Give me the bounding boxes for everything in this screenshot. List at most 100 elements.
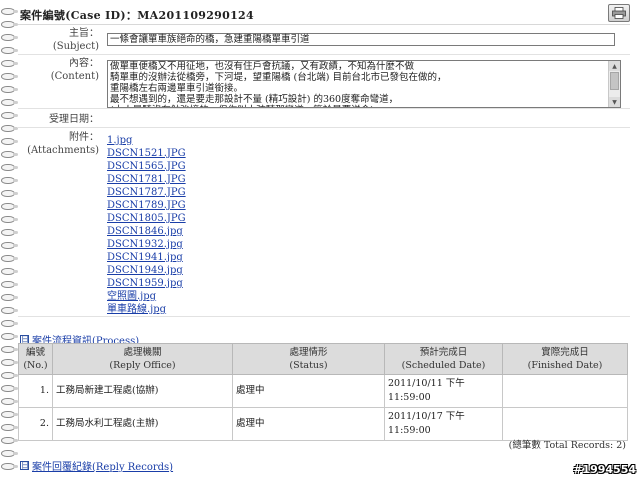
row-finished (502, 407, 628, 441)
row-scheduled: 2011/10/11 下午 11:59:00 (384, 374, 503, 408)
scroll-thumb[interactable] (610, 72, 619, 90)
row-status: 處理中 (232, 407, 385, 441)
row-no: 1. (18, 374, 53, 408)
attachment-link[interactable]: DSCN1521.JPG (107, 148, 186, 159)
spiral-ring (1, 372, 18, 379)
attachment-link[interactable]: DSCN1565.JPG (107, 161, 186, 172)
attachment-link[interactable]: DSCN1805.JPG (107, 213, 186, 224)
list-item: 空照圖.jpg (107, 290, 626, 303)
attachment-link[interactable]: DSCN1846.jpg (107, 226, 183, 237)
attachment-list: 1.jpg DSCN1521.JPG DSCN1565.JPG DSCN1781.JP… (107, 130, 626, 319)
spiral-ring (1, 8, 18, 15)
spiral-ring (1, 411, 18, 418)
spiral-ring (1, 424, 18, 431)
row-office: 工務局新建工程處(協辦) (52, 374, 233, 408)
content-line: 做單車便橋又不用征地，也沒有住戶會抗議，又有政績，不知為什麼不做 (110, 61, 415, 72)
spiral-ring (1, 281, 18, 288)
content-label: 內容： (Content) (50, 58, 99, 82)
attachment-link[interactable]: 1.jpg (107, 135, 132, 146)
attachment-link[interactable]: DSCN1787.JPG (107, 187, 186, 198)
attachment-link[interactable]: DSCN1781.JPG (107, 174, 186, 185)
spiral-ring (1, 86, 18, 93)
list-item: DSCN1941.jpg (107, 251, 626, 264)
list-item: DSCN1959.jpg (107, 277, 626, 290)
spiral-ring (1, 151, 18, 158)
spiral-ring (1, 21, 18, 28)
spiral-ring (1, 34, 18, 41)
row-scheduled: 2011/10/17 下午 11:59:00 (384, 407, 503, 441)
spiral-ring (1, 437, 18, 444)
table-row: 1. 工務局新建工程處(協辦) 處理中 2011/10/11 下午 11:59:0… (18, 374, 628, 408)
date-row: 受理日期： (18, 109, 630, 128)
row-office: 工務局水利工程處(主辦) (52, 407, 233, 441)
list-item: DSCN1932.jpg (107, 238, 626, 251)
spiral-ring (1, 398, 18, 405)
attachment-link[interactable]: DSCN1959.jpg (107, 278, 183, 289)
spiral-ring (1, 164, 18, 171)
list-item: DSCN1846.jpg (107, 225, 626, 238)
spiral-ring (1, 203, 18, 210)
subject-label: 主旨： (Subject) (52, 28, 99, 52)
attachment-link[interactable]: DSCN1932.jpg (107, 239, 183, 250)
printer-icon (612, 7, 626, 19)
subject-field[interactable]: 一條會讓單車族絕命的橋，急建重陽橋單車引道 (107, 33, 615, 46)
row-no: 2. (18, 407, 53, 441)
spiral-ring (1, 73, 18, 80)
spiral-ring (1, 190, 18, 197)
collapse-icon[interactable]: 日 (20, 461, 29, 470)
attachments-row: 附件： (Attachments) 1.jpg DSCN1521.JPG DSCN1… (18, 128, 630, 317)
attachment-link[interactable]: 單車路線.jpg (107, 304, 166, 315)
list-item: DSCN1949.jpg (107, 264, 626, 277)
spiral-ring (1, 47, 18, 54)
list-item: DSCN1565.JPG (107, 160, 626, 173)
spiral-ring (1, 346, 18, 353)
case-detail-page: 案件編號(Case ID)：MA201109290124 主旨： (Subjec… (18, 0, 638, 480)
process-table: 編號 (No.) 處理機關 (Reply Office) 處理情形 (Status) … (18, 343, 628, 441)
spiral-ring (1, 268, 18, 275)
row-status: 處理中 (232, 374, 385, 408)
list-item: DSCN1781.JPG (107, 173, 626, 186)
spiral-ring (1, 255, 18, 262)
content-textarea[interactable]: 做單車便橋又不用征地，也沒有住戶會抗議，又有政績，不知為什麼不做 騎單車的沒辦法從… (107, 60, 621, 108)
spiral-ring (1, 320, 18, 327)
subject-row: 主旨： (Subject) 一條會讓單車族絕命的橋，急建重陽橋單車引道 (18, 25, 630, 55)
row-finished (502, 374, 628, 408)
col-status: 處理情形 (Status) (232, 343, 385, 375)
content-line: 重陽橋左右兩邊單車引道銜接。 (110, 83, 244, 94)
print-button[interactable] (608, 4, 630, 22)
content-text: 做單車便橋又不用征地，也沒有住戶會抗議，又有政績，不知為什麼不做 騎單車的沒辦法從… (108, 61, 620, 107)
content-row: 內容： (Content) 做單車便橋又不用征地，也沒有住戶會抗議，又有政績，不… (18, 55, 630, 109)
scroll-down-icon[interactable]: ▼ (609, 97, 620, 107)
attachment-link[interactable]: 空照圖.jpg (107, 291, 156, 302)
case-header: 案件編號(Case ID)：MA201109290124 (18, 2, 630, 24)
spiral-ring (1, 242, 18, 249)
process-table-header: 編號 (No.) 處理機關 (Reply Office) 處理情形 (Status) … (18, 343, 628, 375)
spiral-ring (1, 294, 18, 301)
col-no: 編號 (No.) (18, 343, 53, 375)
content-scrollbar[interactable]: ▲ ▼ (608, 61, 620, 107)
spiral-ring (1, 125, 18, 132)
list-item: DSCN1787.JPG (107, 186, 626, 199)
content-line: 最不想遇到的，還是要走那設計不量 (精巧設計) 的360度奪命彎道， (110, 94, 399, 105)
spiral-ring (1, 333, 18, 340)
scroll-up-icon[interactable]: ▲ (609, 61, 620, 71)
list-item: DSCN1521.JPG (107, 147, 626, 160)
col-scheduled: 預計完成日 (Scheduled Date) (384, 343, 503, 375)
reply-section-link[interactable]: 案件回覆紀錄(Reply Records) (32, 458, 173, 473)
attachments-label: 附件： (Attachments) (27, 132, 99, 156)
attachment-link[interactable]: DSCN1789.JPG (107, 200, 186, 211)
attachment-link[interactable]: DSCN1949.jpg (107, 265, 183, 276)
spiral-ring (1, 216, 18, 223)
total-records: (總筆數 Total Records: 2) (508, 440, 626, 451)
spiral-ring (1, 450, 18, 457)
spiral-ring (1, 112, 18, 119)
case-form: 主旨： (Subject) 一條會讓單車族絕命的橋，急建重陽橋單車引道 內容： … (18, 24, 630, 317)
reply-section-header[interactable]: 日 案件回覆紀錄(Reply Records) (20, 458, 173, 473)
watermark-badge: #1994554 (573, 463, 636, 476)
spiral-ring (1, 138, 18, 145)
list-item: DSCN1789.JPG (107, 199, 626, 212)
col-office: 處理機關 (Reply Office) (52, 343, 233, 375)
list-item: 1.jpg (107, 134, 626, 147)
spiral-ring (1, 99, 18, 106)
attachment-link[interactable]: DSCN1941.jpg (107, 252, 183, 263)
